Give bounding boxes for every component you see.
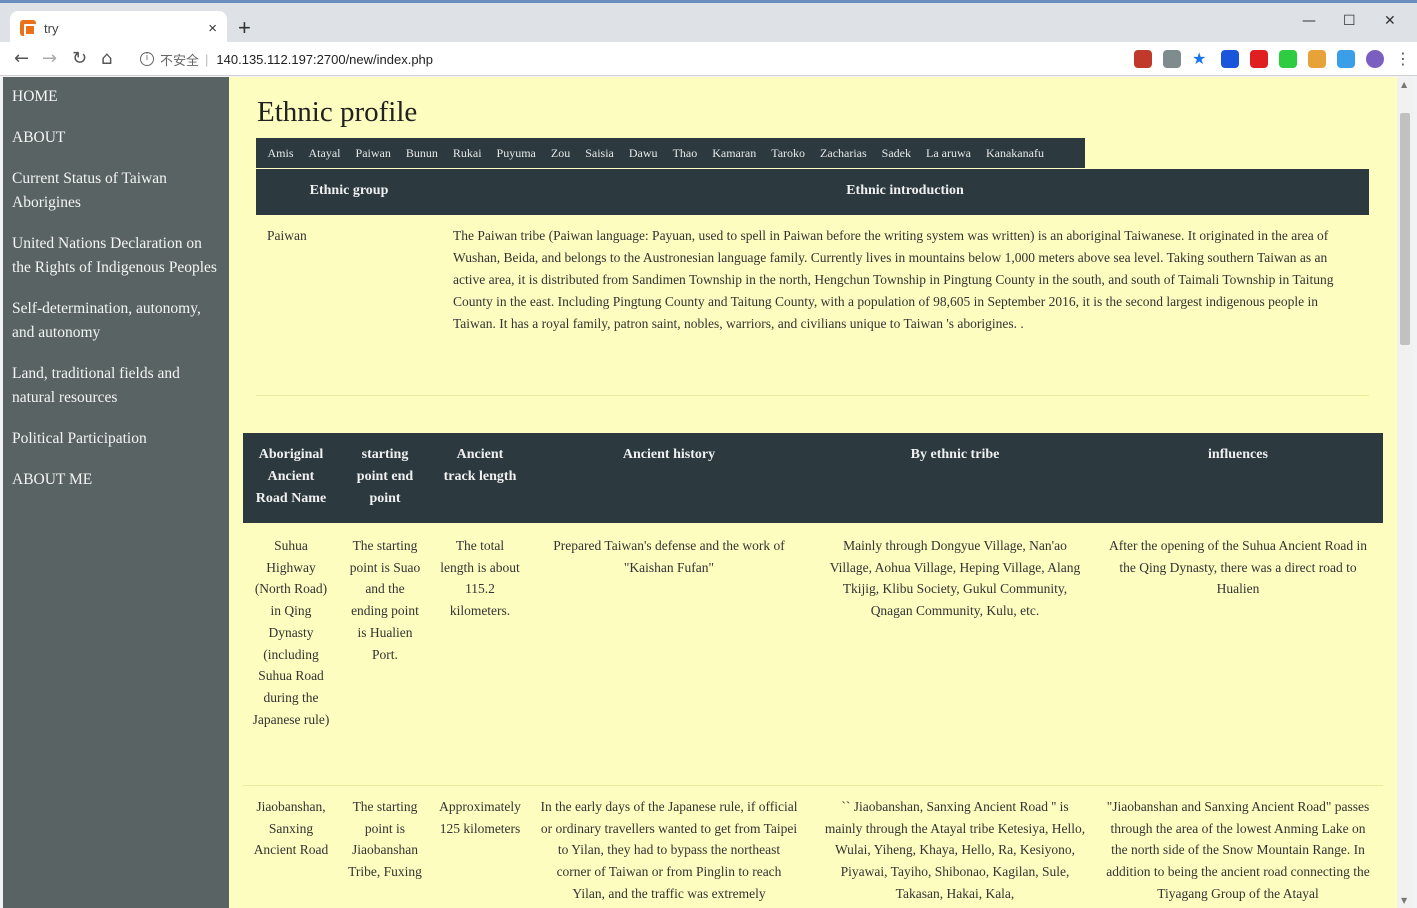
maximize-window-button[interactable]: ☐ xyxy=(1343,13,1356,29)
points-cell: The starting point is Suao and the endin… xyxy=(349,538,421,662)
tribe-tabs: Amis Atayal Paiwan Bunun Rukai Puyuma Zou Saisi… xyxy=(256,138,1085,168)
close-window-button[interactable]: ✕ xyxy=(1384,13,1396,29)
minimize-window-button[interactable]: — xyxy=(1302,13,1316,29)
tab-dawu[interactable]: Dawu xyxy=(621,146,665,161)
browser-toolbar: ← → ↻ ⌂ i 不安全 | 140.135.112.197:2700/new… xyxy=(0,42,1417,76)
tab-paiwan[interactable]: Paiwan xyxy=(348,146,398,161)
ethnic-group-cell: Paiwan xyxy=(267,228,307,243)
forward-arrow-icon[interactable]: → xyxy=(42,48,57,69)
sidebar-item-about[interactable]: ABOUT xyxy=(3,126,229,150)
bookmark-star-icon[interactable]: ★ xyxy=(1192,50,1210,68)
sidebar-item-home[interactable]: HOME xyxy=(3,85,229,109)
header-history: Ancient history xyxy=(622,447,716,462)
address-bar[interactable]: i 不安全 | 140.135.112.197:2700/new/index.p… xyxy=(132,46,1092,72)
scrollbar-thumb[interactable] xyxy=(1400,113,1410,345)
ext-icon-4[interactable] xyxy=(1250,50,1268,68)
sidebar-item-current-status-of-taiwan-aborigines[interactable]: Current Status of Taiwan Aborigines xyxy=(3,167,229,215)
sidebar-item-united-nations-declaration-on-the-rights-of-indigenous-peoples[interactable]: United Nations Declaration on the Rights… xyxy=(3,232,229,280)
tribe-cell: `` Jiaobanshan, Sanxing Ancient Road '' … xyxy=(824,799,1086,901)
page-title: Ethnic profile xyxy=(257,96,418,128)
scroll-up-arrow-icon[interactable]: ▲ xyxy=(1401,80,1407,89)
ext-icon-3[interactable] xyxy=(1221,50,1239,68)
sidebar-item-about-me[interactable]: ABOUT ME xyxy=(3,468,229,492)
tab-la-aruwa[interactable]: La aruwa xyxy=(919,146,979,161)
header-ethnic-group: Ethnic group xyxy=(309,183,389,198)
main-content: Ethnic profile Amis Atayal Paiwan Bunun Ruka… xyxy=(229,77,1397,908)
sidebar-item-political-participation[interactable]: Political Participation xyxy=(3,427,229,451)
close-tab-icon[interactable]: × xyxy=(208,20,217,37)
tab-saisia[interactable]: Saisia xyxy=(578,146,622,161)
browser-titlebar: try × + — ☐ ✕ xyxy=(0,0,1417,45)
length-cell: The total length is about 115.2 kilomete… xyxy=(440,538,520,619)
influences-cell: "Jiaobanshan and Sanxing Ancient Road" p… xyxy=(1106,799,1370,901)
points-cell: The starting point is Jiaobanshan Tribe,… xyxy=(348,799,422,880)
new-tab-button[interactable]: + xyxy=(238,17,251,39)
sidebar: HOME ABOUT Current Status of Taiwan Aborig… xyxy=(3,77,229,908)
scroll-down-arrow-icon[interactable]: ▼ xyxy=(1401,896,1407,905)
tab-kanakanafu[interactable]: Kanakanafu xyxy=(978,146,1051,161)
tab-title: try xyxy=(44,20,59,36)
sidebar-item-land-traditional-fields-and-natural-resources[interactable]: Land, traditional fields and natural res… xyxy=(3,362,229,410)
tab-sadek[interactable]: Sadek xyxy=(874,146,918,161)
vertical-scrollbar[interactable]: ▲ ▼ xyxy=(1397,77,1413,908)
table-divider xyxy=(256,395,1369,396)
ext-icon-5[interactable] xyxy=(1279,50,1297,68)
web-page: HOME ABOUT Current Status of Taiwan Aborig… xyxy=(3,77,1413,908)
header-ethnic-introduction: Ethnic introduction xyxy=(846,183,964,198)
tab-bunun[interactable]: Bunun xyxy=(398,146,445,161)
history-cell: In the early days of the Japanese rule, … xyxy=(540,799,798,901)
tab-atayal[interactable]: Atayal xyxy=(301,146,348,161)
reload-icon[interactable]: ↻ xyxy=(72,48,87,69)
tab-taroko[interactable]: Taroko xyxy=(764,146,813,161)
tab-kamaran[interactable]: Kamaran xyxy=(705,146,764,161)
home-icon[interactable]: ⌂ xyxy=(101,48,112,69)
length-cell: Approximately 125 kilometers xyxy=(439,799,521,836)
header-points: starting point end point xyxy=(356,447,414,506)
extension-icons: ★ ⋮ xyxy=(1134,50,1411,68)
ethnic-introduction-cell: The Paiwan tribe (Paiwan language: Payua… xyxy=(453,228,1334,331)
ext-icon-7[interactable] xyxy=(1337,50,1355,68)
header-tribe: By ethnic tribe xyxy=(910,447,1000,462)
back-arrow-icon[interactable]: ← xyxy=(14,48,29,69)
road-table-header: Aboriginal Ancient Road Name starting po… xyxy=(243,433,1383,523)
road-name-cell: Jiaobanshan, Sanxing Ancient Road xyxy=(253,799,329,858)
tab-zacharias[interactable]: Zacharias xyxy=(813,146,875,161)
history-cell: Prepared Taiwan's defense and the work o… xyxy=(553,538,785,575)
header-road-name: Aboriginal Ancient Road Name xyxy=(255,447,327,506)
tab-amis[interactable]: Amis xyxy=(260,146,301,161)
tab-zou[interactable]: Zou xyxy=(543,146,577,161)
road-name-cell: Suhua Highway (North Road) in Qing Dynas… xyxy=(252,538,330,727)
sidebar-item-self-determination-autonomy-and-autonomy[interactable]: Self-determination, autonomy, and autono… xyxy=(3,297,229,345)
address-separator: | xyxy=(205,51,209,67)
profile-avatar-icon[interactable] xyxy=(1366,50,1384,68)
tribe-cell: Mainly through Dongyue Village, Nan'ao V… xyxy=(829,538,1081,619)
header-length: Ancient track length xyxy=(443,447,517,484)
tab-rukai[interactable]: Rukai xyxy=(445,146,489,161)
site-favicon-icon xyxy=(20,20,36,36)
ext-icon-6[interactable] xyxy=(1308,50,1326,68)
browser-tab[interactable]: try × xyxy=(10,11,227,45)
ext-icon-1[interactable] xyxy=(1134,50,1152,68)
ext-icon-2[interactable] xyxy=(1163,50,1181,68)
info-icon[interactable]: i xyxy=(140,52,154,66)
tab-thao[interactable]: Thao xyxy=(665,146,705,161)
tab-puyuma[interactable]: Puyuma xyxy=(489,146,543,161)
header-influences: influences xyxy=(1208,447,1268,462)
menu-icon[interactable]: ⋮ xyxy=(1395,50,1411,68)
row-divider xyxy=(243,785,1383,786)
influences-cell: After the opening of the Suhua Ancient R… xyxy=(1109,538,1367,597)
security-label: 不安全 xyxy=(160,52,200,68)
profile-table-header: Ethnic group Ethnic introduction xyxy=(256,169,1369,215)
url-text[interactable]: 140.135.112.197:2700/new/index.php xyxy=(216,52,433,67)
